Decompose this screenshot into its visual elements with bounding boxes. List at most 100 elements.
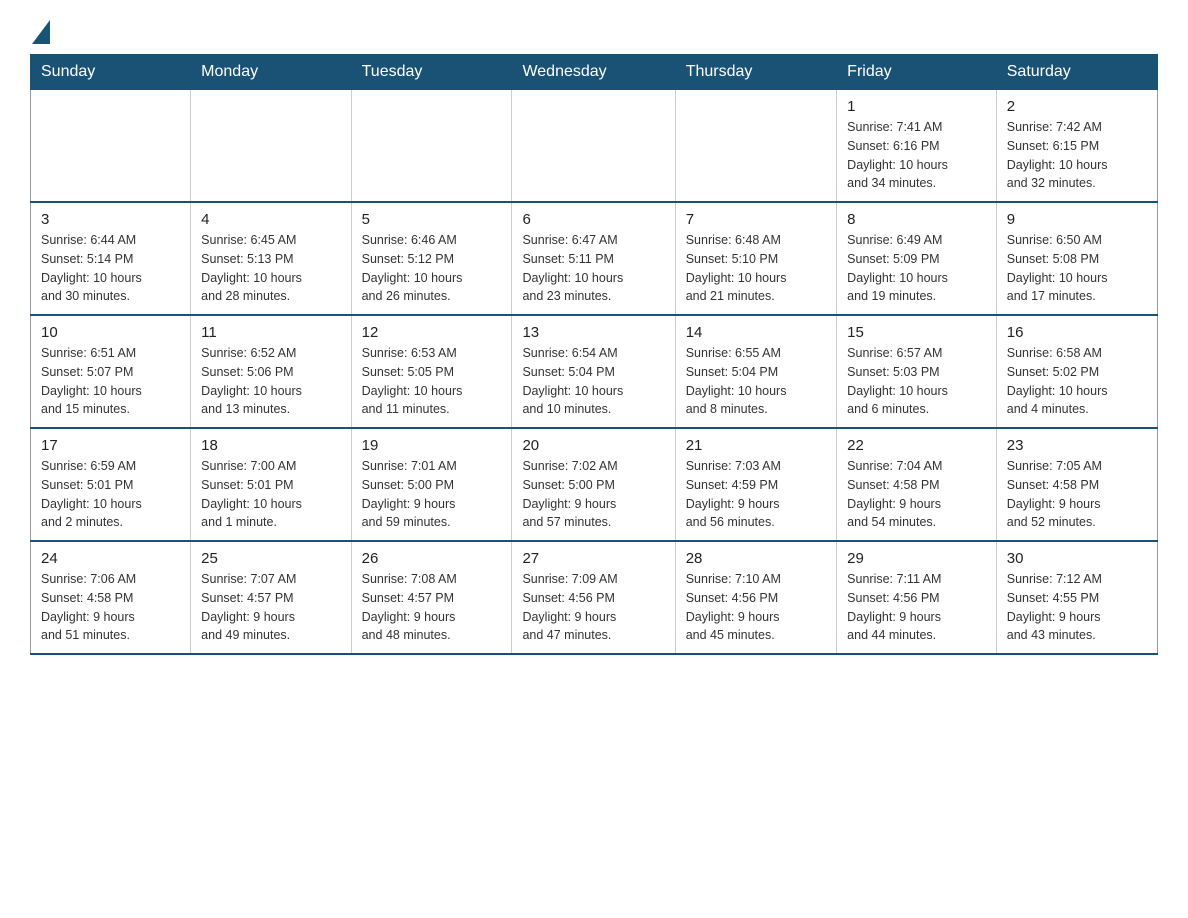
calendar-table: SundayMondayTuesdayWednesdayThursdayFrid… (30, 54, 1158, 655)
day-number: 12 (362, 324, 502, 341)
day-number: 11 (201, 324, 340, 341)
calendar-day-cell: 1 Sunrise: 7:41 AM Sunset: 6:16 PM Daylig… (837, 90, 997, 203)
day-info: Sunrise: 7:06 AM Sunset: 4:58 PM Dayligh… (41, 570, 180, 645)
calendar-day-cell: 27 Sunrise: 7:09 AM Sunset: 4:56 PM Dayli… (512, 541, 675, 654)
day-info: Sunrise: 7:01 AM Sunset: 5:00 PM Dayligh… (362, 457, 502, 532)
day-info: Sunrise: 7:41 AM Sunset: 6:16 PM Dayligh… (847, 118, 986, 193)
day-info: Sunrise: 6:53 AM Sunset: 5:05 PM Dayligh… (362, 344, 502, 419)
day-number: 29 (847, 550, 986, 567)
calendar-day-cell: 9 Sunrise: 6:50 AM Sunset: 5:08 PM Daylig… (996, 202, 1157, 315)
calendar-day-cell: 11 Sunrise: 6:52 AM Sunset: 5:06 PM Dayli… (191, 315, 351, 428)
calendar-day-cell: 25Sunrise: 7:07 AM Sunset: 4:57 PM Dayli… (191, 541, 351, 654)
day-info: Sunrise: 7:08 AM Sunset: 4:57 PM Dayligh… (362, 570, 502, 645)
calendar-day-cell: 7Sunrise: 6:48 AM Sunset: 5:10 PM Daylig… (675, 202, 836, 315)
day-number: 15 (847, 324, 986, 341)
day-number: 27 (522, 550, 664, 567)
day-info: Sunrise: 6:46 AM Sunset: 5:12 PM Dayligh… (362, 231, 502, 306)
day-number: 5 (362, 211, 502, 228)
calendar-day-cell: 16Sunrise: 6:58 AM Sunset: 5:02 PM Dayli… (996, 315, 1157, 428)
day-number: 6 (522, 211, 664, 228)
calendar-day-cell: 15 Sunrise: 6:57 AM Sunset: 5:03 PM Dayli… (837, 315, 997, 428)
calendar-day-cell (191, 90, 351, 203)
day-number: 14 (686, 324, 826, 341)
day-info: Sunrise: 7:07 AM Sunset: 4:57 PM Dayligh… (201, 570, 340, 645)
day-info: Sunrise: 7:09 AM Sunset: 4:56 PM Dayligh… (522, 570, 664, 645)
logo (30, 20, 50, 44)
day-number: 22 (847, 437, 986, 454)
calendar-day-cell: 26 Sunrise: 7:08 AM Sunset: 4:57 PM Dayli… (351, 541, 512, 654)
calendar-week-row: 24Sunrise: 7:06 AM Sunset: 4:58 PM Dayli… (31, 541, 1158, 654)
day-number: 16 (1007, 324, 1147, 341)
day-info: Sunrise: 6:48 AM Sunset: 5:10 PM Dayligh… (686, 231, 826, 306)
calendar-day-cell: 22 Sunrise: 7:04 AM Sunset: 4:58 PM Dayli… (837, 428, 997, 541)
day-info: Sunrise: 7:42 AM Sunset: 6:15 PM Dayligh… (1007, 118, 1147, 193)
day-info: Sunrise: 6:44 AM Sunset: 5:14 PM Dayligh… (41, 231, 180, 306)
day-info: Sunrise: 7:02 AM Sunset: 5:00 PM Dayligh… (522, 457, 664, 532)
calendar-day-cell: 5 Sunrise: 6:46 AM Sunset: 5:12 PM Daylig… (351, 202, 512, 315)
calendar-day-cell: 30 Sunrise: 7:12 AM Sunset: 4:55 PM Dayli… (996, 541, 1157, 654)
day-number: 9 (1007, 211, 1147, 228)
day-info: Sunrise: 6:54 AM Sunset: 5:04 PM Dayligh… (522, 344, 664, 419)
calendar-day-cell: 23 Sunrise: 7:05 AM Sunset: 4:58 PM Dayli… (996, 428, 1157, 541)
calendar-day-cell: 13 Sunrise: 6:54 AM Sunset: 5:04 PM Dayli… (512, 315, 675, 428)
calendar-day-cell: 3 Sunrise: 6:44 AM Sunset: 5:14 PM Daylig… (31, 202, 191, 315)
day-number: 13 (522, 324, 664, 341)
day-info: Sunrise: 6:49 AM Sunset: 5:09 PM Dayligh… (847, 231, 986, 306)
calendar-day-cell: 17 Sunrise: 6:59 AM Sunset: 5:01 PM Dayli… (31, 428, 191, 541)
calendar-day-cell: 12 Sunrise: 6:53 AM Sunset: 5:05 PM Dayli… (351, 315, 512, 428)
calendar-week-row: 3 Sunrise: 6:44 AM Sunset: 5:14 PM Daylig… (31, 202, 1158, 315)
day-info: Sunrise: 7:05 AM Sunset: 4:58 PM Dayligh… (1007, 457, 1147, 532)
day-info: Sunrise: 7:04 AM Sunset: 4:58 PM Dayligh… (847, 457, 986, 532)
weekday-header-saturday: Saturday (996, 55, 1157, 90)
calendar-day-cell: 21Sunrise: 7:03 AM Sunset: 4:59 PM Dayli… (675, 428, 836, 541)
day-info: Sunrise: 6:51 AM Sunset: 5:07 PM Dayligh… (41, 344, 180, 419)
weekday-header-monday: Monday (191, 55, 351, 90)
calendar-day-cell (675, 90, 836, 203)
calendar-day-cell: 29 Sunrise: 7:11 AM Sunset: 4:56 PM Dayli… (837, 541, 997, 654)
day-number: 3 (41, 211, 180, 228)
day-number: 10 (41, 324, 180, 341)
calendar-header-row: SundayMondayTuesdayWednesdayThursdayFrid… (31, 55, 1158, 90)
day-info: Sunrise: 6:57 AM Sunset: 5:03 PM Dayligh… (847, 344, 986, 419)
calendar-week-row: 1 Sunrise: 7:41 AM Sunset: 6:16 PM Daylig… (31, 90, 1158, 203)
weekday-header-friday: Friday (837, 55, 997, 90)
calendar-day-cell (512, 90, 675, 203)
calendar-day-cell: 24Sunrise: 7:06 AM Sunset: 4:58 PM Dayli… (31, 541, 191, 654)
day-info: Sunrise: 7:12 AM Sunset: 4:55 PM Dayligh… (1007, 570, 1147, 645)
day-number: 2 (1007, 98, 1147, 115)
day-number: 26 (362, 550, 502, 567)
calendar-day-cell: 19 Sunrise: 7:01 AM Sunset: 5:00 PM Dayli… (351, 428, 512, 541)
day-number: 19 (362, 437, 502, 454)
weekday-header-tuesday: Tuesday (351, 55, 512, 90)
day-info: Sunrise: 7:11 AM Sunset: 4:56 PM Dayligh… (847, 570, 986, 645)
calendar-day-cell (351, 90, 512, 203)
page-header (30, 20, 1158, 44)
calendar-day-cell: 14 Sunrise: 6:55 AM Sunset: 5:04 PM Dayli… (675, 315, 836, 428)
calendar-day-cell: 20 Sunrise: 7:02 AM Sunset: 5:00 PM Dayli… (512, 428, 675, 541)
day-info: Sunrise: 6:50 AM Sunset: 5:08 PM Dayligh… (1007, 231, 1147, 306)
calendar-day-cell (31, 90, 191, 203)
day-info: Sunrise: 6:52 AM Sunset: 5:06 PM Dayligh… (201, 344, 340, 419)
day-number: 30 (1007, 550, 1147, 567)
day-number: 4 (201, 211, 340, 228)
day-info: Sunrise: 6:59 AM Sunset: 5:01 PM Dayligh… (41, 457, 180, 532)
logo-triangle-icon (32, 20, 50, 44)
calendar-day-cell: 6Sunrise: 6:47 AM Sunset: 5:11 PM Daylig… (512, 202, 675, 315)
weekday-header-sunday: Sunday (31, 55, 191, 90)
day-number: 1 (847, 98, 986, 115)
day-number: 17 (41, 437, 180, 454)
calendar-day-cell: 4Sunrise: 6:45 AM Sunset: 5:13 PM Daylig… (191, 202, 351, 315)
day-info: Sunrise: 6:55 AM Sunset: 5:04 PM Dayligh… (686, 344, 826, 419)
day-number: 28 (686, 550, 826, 567)
calendar-day-cell: 8 Sunrise: 6:49 AM Sunset: 5:09 PM Daylig… (837, 202, 997, 315)
calendar-day-cell: 28 Sunrise: 7:10 AM Sunset: 4:56 PM Dayli… (675, 541, 836, 654)
calendar-day-cell: 10 Sunrise: 6:51 AM Sunset: 5:07 PM Dayli… (31, 315, 191, 428)
calendar-week-row: 10 Sunrise: 6:51 AM Sunset: 5:07 PM Dayli… (31, 315, 1158, 428)
weekday-header-wednesday: Wednesday (512, 55, 675, 90)
calendar-week-row: 17 Sunrise: 6:59 AM Sunset: 5:01 PM Dayli… (31, 428, 1158, 541)
day-number: 20 (522, 437, 664, 454)
day-info: Sunrise: 7:10 AM Sunset: 4:56 PM Dayligh… (686, 570, 826, 645)
day-number: 18 (201, 437, 340, 454)
day-number: 23 (1007, 437, 1147, 454)
day-number: 8 (847, 211, 986, 228)
